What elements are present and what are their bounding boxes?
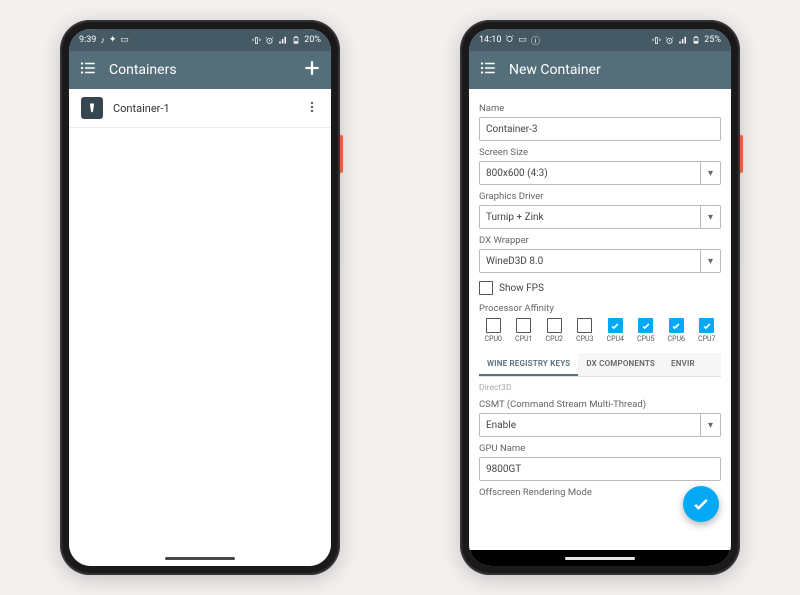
alarm-icon [665, 36, 674, 45]
list-item[interactable]: Container-1 [69, 89, 331, 128]
csmt-label: CSMT (Command Stream Multi-Thread) [479, 399, 721, 410]
dx-wrapper-label: DX Wrapper [479, 235, 721, 246]
capcut-icon: ✦ [109, 35, 117, 45]
app-bar: Containers [69, 51, 331, 89]
gfx-driver-select[interactable]: Turnip + Zink▾ [479, 205, 721, 229]
cpu-checkbox-0[interactable]: CPU0 [479, 318, 508, 343]
more-icon[interactable] [305, 99, 319, 118]
app-icon: ▭ [518, 35, 527, 45]
menu-icon[interactable] [79, 59, 97, 81]
battery-pct: 20% [304, 35, 321, 45]
alarm-icon [505, 34, 514, 46]
cpu-checkbox-3[interactable]: CPU3 [571, 318, 600, 343]
menu-icon[interactable] [479, 59, 497, 81]
power-button [340, 135, 343, 173]
tab-2[interactable]: ENVIR [663, 353, 703, 376]
status-time: 14:10 [479, 35, 501, 45]
chevron-down-icon: ▾ [700, 250, 720, 272]
signal-icon [278, 36, 288, 45]
screen-size-label: Screen Size [479, 147, 721, 158]
tab-0[interactable]: WINE REGISTRY KEYS [479, 353, 578, 376]
nav-bar [69, 550, 331, 566]
vibrate-icon [652, 36, 661, 45]
name-label: Name [479, 103, 721, 114]
chevron-down-icon: ▾ [700, 414, 720, 436]
battery-pct: 25% [704, 35, 721, 45]
cpu-checkbox-2[interactable]: CPU2 [540, 318, 569, 343]
check-icon [691, 494, 711, 514]
tab-1[interactable]: DX COMPONENTS [578, 353, 663, 376]
info-icon: ⓘ [531, 34, 540, 47]
chevron-down-icon: ▾ [700, 162, 720, 184]
volume-button [340, 200, 343, 265]
csmt-select[interactable]: Enable▾ [479, 413, 721, 437]
app-icon: ▭ [120, 35, 129, 45]
battery-icon [292, 35, 300, 45]
confirm-fab[interactable] [683, 486, 719, 522]
cpu-checkbox-7[interactable]: CPU7 [693, 318, 722, 343]
cpu-checkbox-6[interactable]: CPU6 [662, 318, 691, 343]
chevron-down-icon: ▾ [700, 206, 720, 228]
gfx-driver-label: Graphics Driver [479, 191, 721, 202]
vibrate-icon [252, 36, 261, 45]
cpu-checkbox-4[interactable]: CPU4 [601, 318, 630, 343]
signal-icon [678, 36, 688, 45]
app-bar: New Container [469, 51, 731, 89]
cpu-checkbox-5[interactable]: CPU5 [632, 318, 661, 343]
alarm-icon [265, 36, 274, 45]
gpu-name-label: GPU Name [479, 443, 721, 454]
status-time: 9:39 [79, 35, 96, 45]
name-field[interactable]: Container-3 [479, 117, 721, 141]
container-name: Container-1 [113, 102, 295, 115]
status-bar: 14:10 ▭ ⓘ 25% [469, 29, 731, 51]
tiktok-icon: ♪ [100, 35, 105, 46]
dx-wrapper-select[interactable]: WineD3D 8.0▾ [479, 249, 721, 273]
page-title: New Container [509, 62, 721, 78]
nav-bar [469, 550, 731, 566]
page-title: Containers [109, 62, 291, 78]
d3d-header: Direct3D [479, 383, 721, 393]
show-fps-checkbox[interactable]: Show FPS [479, 281, 721, 295]
volume-button [740, 200, 743, 265]
power-button [740, 135, 743, 173]
status-bar: 9:39 ♪ ✦ ▭ 20% [69, 29, 331, 51]
gpu-name-field[interactable]: 9800GT [479, 457, 721, 481]
phone-frame-left: 9:39 ♪ ✦ ▭ 20% [60, 20, 340, 575]
battery-icon [692, 35, 700, 45]
checkbox-icon [479, 281, 493, 295]
add-icon[interactable] [303, 59, 321, 81]
cpu-checkbox-1[interactable]: CPU1 [510, 318, 539, 343]
screen-size-select[interactable]: 800x600 (4:3)▾ [479, 161, 721, 185]
affinity-label: Processor Affinity [479, 303, 721, 314]
container-icon [81, 97, 103, 119]
phone-frame-right: 14:10 ▭ ⓘ 25% [460, 20, 740, 575]
